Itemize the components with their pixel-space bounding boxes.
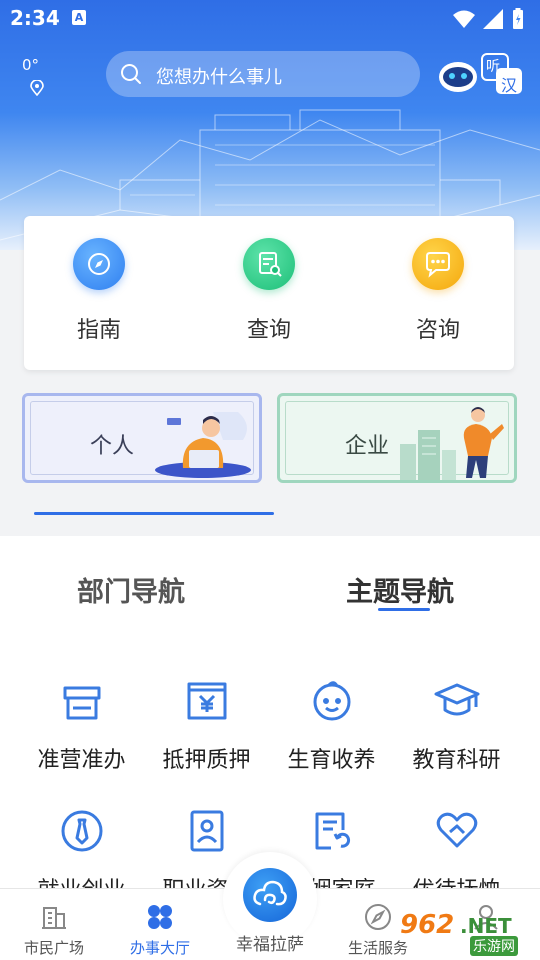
wifi-icon [453, 10, 475, 28]
watermark-number: 962 [400, 910, 455, 940]
search-bar[interactable]: 您想办什么事儿 [106, 51, 420, 97]
theme-item-label: 生育收养 [287, 748, 376, 773]
search-icon [121, 64, 141, 84]
nav-citizen-plaza[interactable]: 市民广场 [0, 903, 108, 958]
quick-label: 咨询 [415, 318, 460, 343]
yuan-certificate-icon [182, 676, 232, 726]
businessman-buildings-illustration [400, 407, 504, 480]
quick-consult[interactable]: 咨询 [378, 238, 498, 348]
search-placeholder: 您想办什么事儿 [156, 67, 282, 88]
business-category-card[interactable]: 企业 [277, 393, 517, 483]
tab-department-nav[interactable]: 部门导航 [77, 570, 185, 609]
robot-assistant-icon[interactable] [438, 60, 478, 94]
quick-actions-card: 指南 查询 咨询 [24, 216, 514, 370]
storefront-icon [57, 676, 107, 726]
watermark-logo: 962 .NET 乐游网 [400, 910, 536, 956]
person-laptop-illustration [155, 412, 251, 478]
status-bar: 2:34 A [0, 0, 540, 36]
theme-item-label: 抵押质押 [162, 748, 251, 773]
battery-icon [513, 8, 523, 29]
compass-outline-icon [365, 904, 391, 930]
theme-item-label: 教育科研 [412, 748, 501, 773]
tie-badge-icon [57, 806, 107, 856]
temperature: 0° [22, 56, 40, 74]
nav-label: 市民广场 [23, 939, 84, 957]
nav-label: 幸福拉萨 [236, 935, 304, 955]
translate-char-tibetan: 听 [486, 59, 500, 75]
chat-icon [412, 238, 464, 290]
personal-label: 个人 [90, 434, 135, 459]
nav-label: 生活服务 [347, 939, 408, 957]
graduation-cap-icon [432, 676, 482, 726]
nav-service-hall[interactable]: 办事大厅 [106, 903, 214, 958]
four-dots-icon [148, 905, 172, 929]
theme-item-mortgage[interactable]: 抵押质押 [144, 676, 269, 774]
notification-a-icon: A [72, 10, 86, 25]
tab-underline [378, 608, 430, 611]
category-indicator [34, 512, 274, 515]
watermark-site: 乐游网 [470, 936, 518, 956]
translate-button[interactable]: 听 汉 [480, 52, 524, 96]
quick-label: 指南 [76, 318, 121, 343]
id-card-icon [182, 806, 232, 856]
personal-category-card[interactable]: 个人 [22, 393, 262, 483]
document-search-icon [243, 238, 295, 290]
quick-label: 查询 [246, 318, 291, 343]
translate-char-han: 汉 [501, 76, 518, 95]
theme-item-childbirth[interactable]: 生育收养 [269, 676, 394, 774]
nav-label: 办事大厅 [129, 939, 190, 957]
quick-query[interactable]: 查询 [209, 238, 329, 348]
theme-item-business-license[interactable]: 准营准办 [19, 676, 144, 774]
tab-theme-nav[interactable]: 主题导航 [346, 570, 454, 609]
section-divider [0, 520, 540, 536]
location-pin-icon [30, 80, 44, 96]
heart-hand-icon [432, 806, 482, 856]
header-banner: 2:34 A 0° 您想办什么事儿 听 汉 [0, 0, 540, 250]
watermark-net: .NET [460, 914, 512, 938]
cloud-swirl-icon [243, 868, 297, 922]
signal-icon [483, 9, 503, 29]
quick-guide[interactable]: 指南 [39, 238, 159, 348]
document-refresh-icon [307, 806, 357, 856]
building-icon [42, 907, 66, 929]
clock: 2:34 [10, 6, 60, 30]
business-label: 企业 [345, 434, 390, 459]
theme-item-education[interactable]: 教育科研 [394, 676, 519, 774]
nav-happy-lhasa[interactable]: 幸福拉萨 [223, 852, 317, 955]
theme-item-label: 准营准办 [37, 748, 126, 773]
compass-icon [73, 238, 125, 290]
status-icons [450, 8, 530, 30]
baby-face-icon [307, 676, 357, 726]
